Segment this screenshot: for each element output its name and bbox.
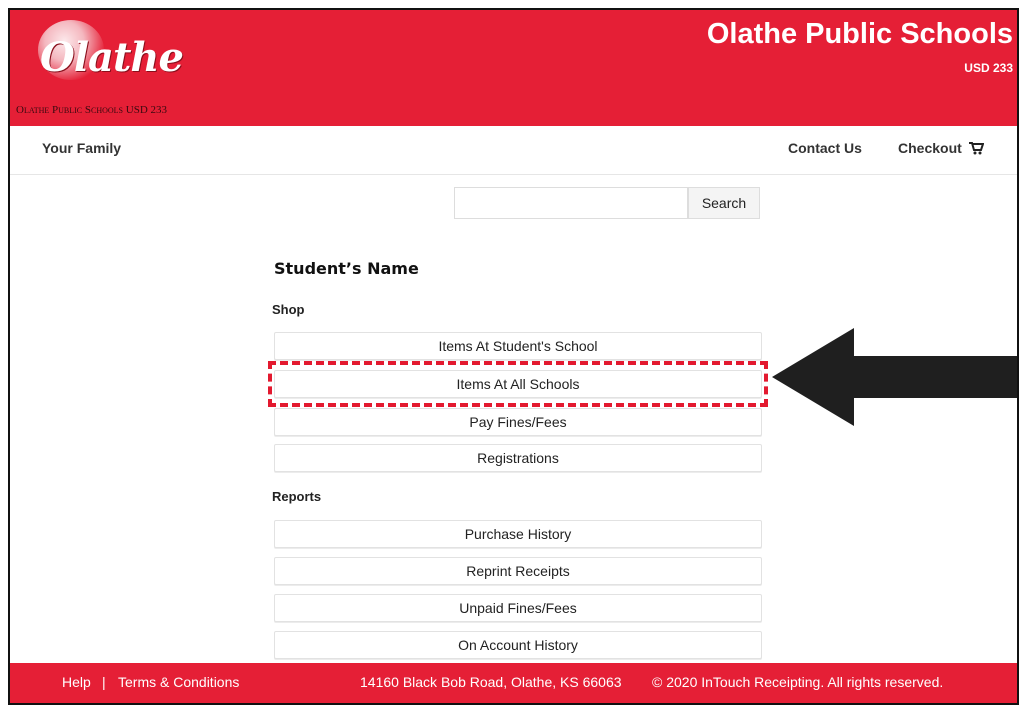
site-header: Olathe Olathe Public Schools USD 233 Ola…	[10, 10, 1017, 126]
logo-subtitle: Olathe Public Schools USD 233	[16, 104, 168, 116]
footer-help-link[interactable]: Help	[62, 674, 91, 690]
purchase-history-button[interactable]: Purchase History	[274, 520, 762, 548]
search-input[interactable]	[454, 187, 688, 219]
reports-section-label: Reports	[272, 489, 322, 504]
shop-section-label: Shop	[272, 302, 305, 317]
items-at-students-school-button[interactable]: Items At Student's School	[274, 332, 762, 360]
footer-separator: |	[102, 674, 106, 690]
site-subtitle: USD 233	[964, 61, 1013, 75]
highlight-dashed-box	[268, 361, 768, 407]
site-footer: Help | Terms & Conditions 14160 Black Bo…	[10, 663, 1017, 703]
footer-terms-link[interactable]: Terms & Conditions	[118, 674, 239, 690]
shopping-cart-icon	[968, 142, 984, 155]
nav-checkout[interactable]: Checkout	[898, 140, 984, 156]
page-frame: Olathe Olathe Public Schools USD 233 Ola…	[8, 8, 1019, 705]
logo-wordmark: Olathe	[40, 34, 184, 81]
footer-copyright: © 2020 InTouch Receipting. All rights re…	[652, 674, 944, 690]
student-name-heading: Student’s Name	[274, 259, 419, 278]
registrations-button[interactable]: Registrations	[274, 444, 762, 472]
nav-contact-us[interactable]: Contact Us	[788, 140, 862, 156]
site-title: Olathe Public Schools	[706, 18, 1013, 50]
pay-fines-fees-button[interactable]: Pay Fines/Fees	[274, 408, 762, 436]
nav-your-family[interactable]: Your Family	[42, 140, 121, 156]
reprint-receipts-button[interactable]: Reprint Receipts	[274, 557, 762, 585]
search-button[interactable]: Search	[688, 187, 760, 219]
on-account-history-button[interactable]: On Account History	[274, 631, 762, 659]
top-nav: Your Family Contact Us Checkout	[10, 126, 1017, 175]
unpaid-fines-fees-button[interactable]: Unpaid Fines/Fees	[274, 594, 762, 622]
checkout-label: Checkout	[898, 140, 962, 156]
left-arrow-pointer-icon	[772, 328, 1017, 426]
school-logo[interactable]: Olathe Olathe Public Schools USD 233	[16, 18, 266, 118]
footer-address: 14160 Black Bob Road, Olathe, KS 66063	[360, 674, 622, 690]
